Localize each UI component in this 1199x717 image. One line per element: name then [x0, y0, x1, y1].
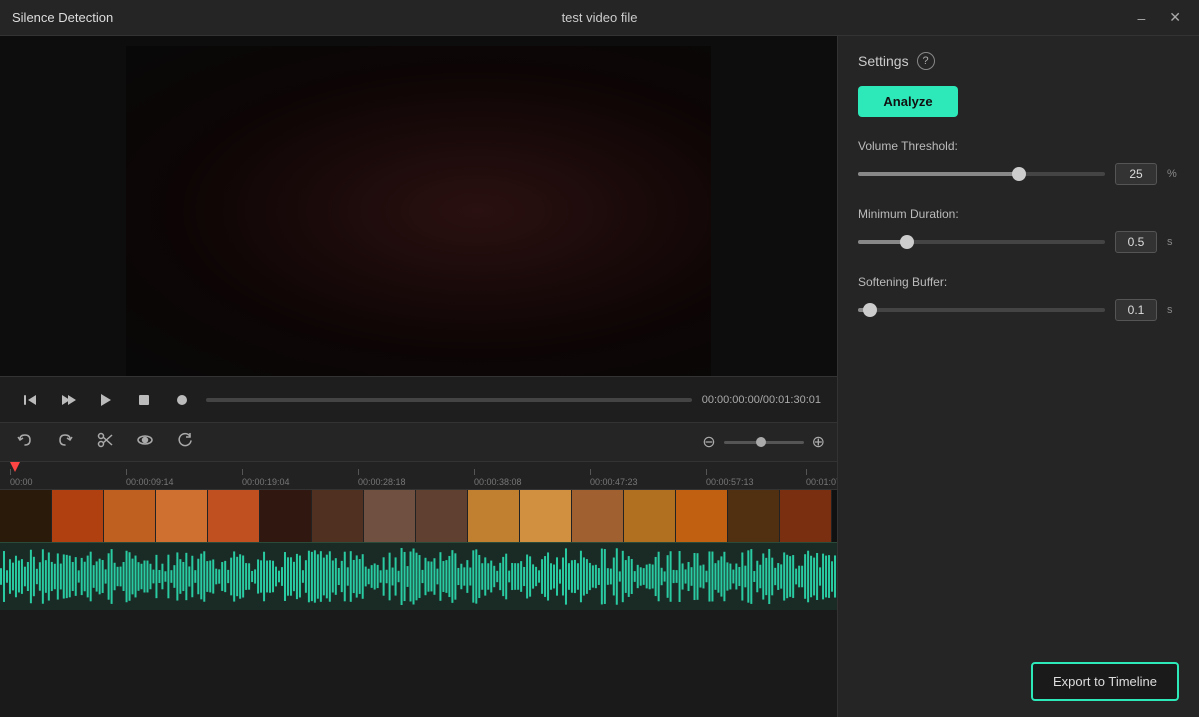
redo-button[interactable] [52, 427, 78, 458]
video-overlay [126, 46, 711, 376]
waveform [0, 542, 837, 610]
softening-thumb[interactable] [863, 303, 877, 317]
right-panel: Settings ? Analyze Volume Threshold: % M… [837, 36, 1199, 717]
time-display: 00:00:00:00/00:01:30:01 [702, 394, 821, 406]
fast-forward-button[interactable] [54, 388, 82, 412]
main-layout: 00:00:00:00/00:01:30:01 [0, 36, 1199, 717]
rotate-button[interactable] [172, 427, 198, 458]
min-duration-thumb[interactable] [900, 235, 914, 249]
playback-controls: 00:00:00:00/00:01:30:01 [0, 376, 837, 422]
settings-title: Settings [858, 53, 909, 69]
play-button[interactable] [92, 388, 120, 412]
volume-threshold-row: % [858, 163, 1179, 185]
video-area [0, 36, 837, 376]
minimum-duration-input[interactable] [1115, 231, 1157, 253]
strip-thumbnail [364, 490, 416, 542]
strip-thumbnail [572, 490, 624, 542]
softening-buffer-label: Softening Buffer: [858, 275, 1179, 289]
ruler-mark: 00:00:47:23 [590, 469, 638, 487]
volume-threshold-unit: % [1167, 168, 1179, 180]
zoom-controls: ⊖ ⊕ [702, 432, 825, 452]
volume-threshold-label: Volume Threshold: [858, 139, 1179, 153]
strip-thumbnail [416, 490, 468, 542]
volume-threshold-input[interactable] [1115, 163, 1157, 185]
ruler-mark: 00:00:38:08 [474, 469, 522, 487]
zoom-in-button[interactable]: ⊕ [812, 432, 825, 452]
zoom-out-button[interactable]: ⊖ [702, 432, 715, 452]
strip-thumbnail [0, 490, 52, 542]
strip-thumbnail [468, 490, 520, 542]
strip-thumbnail [156, 490, 208, 542]
analyze-button[interactable]: Analyze [858, 86, 958, 117]
minimum-duration-slider[interactable] [858, 240, 1105, 244]
export-timeline-button[interactable]: Export to Timeline [1031, 662, 1179, 701]
window-controls: – ✕ [1131, 7, 1187, 28]
settings-header: Settings ? [858, 52, 1179, 70]
strip-thumbnail [312, 490, 364, 542]
window-title: test video file [562, 10, 638, 25]
softening-buffer-unit: s [1167, 304, 1179, 316]
softening-buffer-row: s [858, 299, 1179, 321]
strip-thumbnail [520, 490, 572, 542]
ruler-mark: 00:00:57:13 [706, 469, 754, 487]
minimum-duration-row: s [858, 231, 1179, 253]
video-strip [0, 490, 837, 542]
video-frame [126, 46, 711, 376]
strip-thumbnail [728, 490, 780, 542]
zoom-thumb[interactable] [756, 437, 766, 447]
export-section: Export to Timeline [858, 652, 1179, 701]
visibility-button[interactable] [132, 427, 158, 458]
volume-threshold-group: Volume Threshold: % [858, 139, 1179, 185]
strip-thumbnail [208, 490, 260, 542]
zoom-slider[interactable] [724, 441, 804, 444]
ruler-mark: 00:00:09:14 [126, 469, 174, 487]
record-button[interactable] [168, 388, 196, 412]
ruler-mark: 00:00 [10, 469, 33, 487]
softening-buffer-group: Softening Buffer: s [858, 275, 1179, 321]
strip-thumbnail [676, 490, 728, 542]
timeline-area: 00:00 00:00:09:14 00:00:19:04 00:00:28:18 00… [0, 462, 837, 717]
ruler-mark: 00:01:07:03 [806, 469, 837, 487]
ruler-mark: 00:00:19:04 [242, 469, 290, 487]
stop-button[interactable] [130, 388, 158, 412]
cut-button[interactable] [92, 427, 118, 458]
strip-thumbnail [780, 490, 832, 542]
strip-thumbnail [260, 490, 312, 542]
waveform-svg [0, 543, 837, 610]
ruler: 00:00 00:00:09:14 00:00:19:04 00:00:28:18 00… [0, 462, 837, 490]
timeline-toolbar: ⊖ ⊕ [0, 422, 837, 462]
minimize-button[interactable]: – [1131, 7, 1151, 28]
strip-thumbnail [104, 490, 156, 542]
minimum-duration-unit: s [1167, 236, 1179, 248]
progress-bar[interactable] [206, 398, 692, 402]
volume-threshold-slider[interactable] [858, 172, 1105, 176]
strip-thumbnail [52, 490, 104, 542]
volume-thumb[interactable] [1012, 167, 1026, 181]
close-button[interactable]: ✕ [1163, 7, 1187, 28]
minimum-duration-label: Minimum Duration: [858, 207, 1179, 221]
titlebar: Silence Detection test video file – ✕ [0, 0, 1199, 36]
app-title: Silence Detection [12, 10, 113, 25]
step-back-button[interactable] [16, 388, 44, 412]
help-button[interactable]: ? [917, 52, 935, 70]
strip-thumbnail [624, 490, 676, 542]
softening-buffer-input[interactable] [1115, 299, 1157, 321]
undo-button[interactable] [12, 427, 38, 458]
softening-buffer-slider[interactable] [858, 308, 1105, 312]
ruler-mark: 00:00:28:18 [358, 469, 406, 487]
minimum-duration-group: Minimum Duration: s [858, 207, 1179, 253]
left-panel: 00:00:00:00/00:01:30:01 [0, 36, 837, 717]
volume-fill [858, 172, 1019, 176]
